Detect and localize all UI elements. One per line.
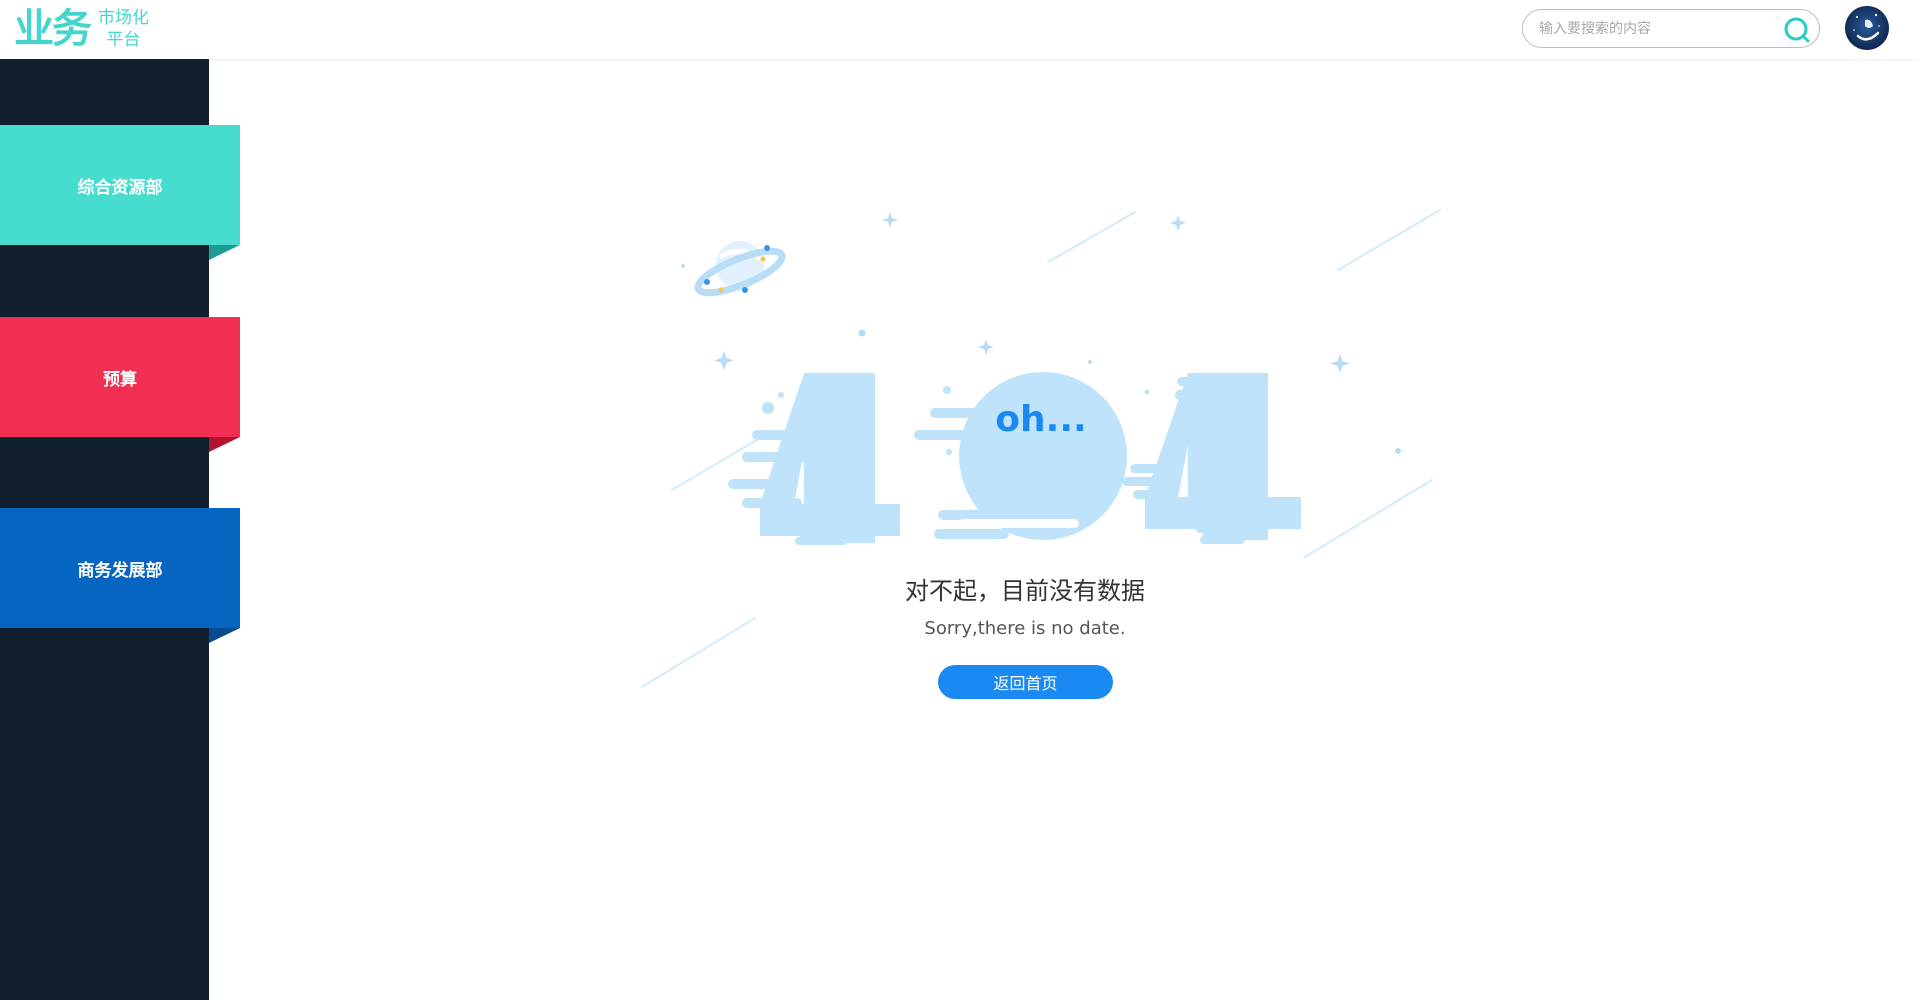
search-input[interactable] <box>1537 18 1777 40</box>
sidebar-item-label: 预算 <box>103 369 137 390</box>
logo-sub-line2: 平台 <box>106 30 141 50</box>
sidebar-item-label: 综合资源部 <box>77 177 163 198</box>
sidebar-item-business-dev[interactable]: 商务发展部 <box>0 508 240 643</box>
error-message-cn: 对不起，目前没有数据 <box>905 577 1145 605</box>
not-found-illustration: oh... <box>620 200 1460 720</box>
logo-main-text: 业务 <box>14 6 92 52</box>
sidebar-item-resources[interactable]: 综合资源部 <box>0 125 240 260</box>
logo-subtitle: 市场化 平台 <box>98 7 149 51</box>
logo-sub-line1: 市场化 <box>98 8 149 28</box>
digit-four-right <box>1122 373 1301 544</box>
app-logo[interactable]: 业务 市场化 平台 <box>14 5 149 53</box>
back-home-button[interactable]: 返回首页 <box>938 665 1113 699</box>
ribbon-fold <box>209 437 240 452</box>
digit-zero-circle <box>914 372 1127 540</box>
top-header: 业务 市场化 平台 <box>0 0 1920 59</box>
sidebar-item-label: 商务发展部 <box>77 560 163 581</box>
planet-icon <box>694 241 786 297</box>
ribbon-fold <box>209 628 240 643</box>
search-icon[interactable] <box>1783 16 1811 44</box>
oh-text: oh... <box>995 399 1086 440</box>
sidebar-item-budget[interactable]: 预算 <box>0 317 240 452</box>
ribbon-fold <box>209 245 240 260</box>
error-message-en: Sorry,there is no date. <box>924 618 1126 639</box>
digit-four-left <box>728 373 900 545</box>
user-avatar[interactable] <box>1845 6 1889 50</box>
search-box <box>1522 9 1820 48</box>
